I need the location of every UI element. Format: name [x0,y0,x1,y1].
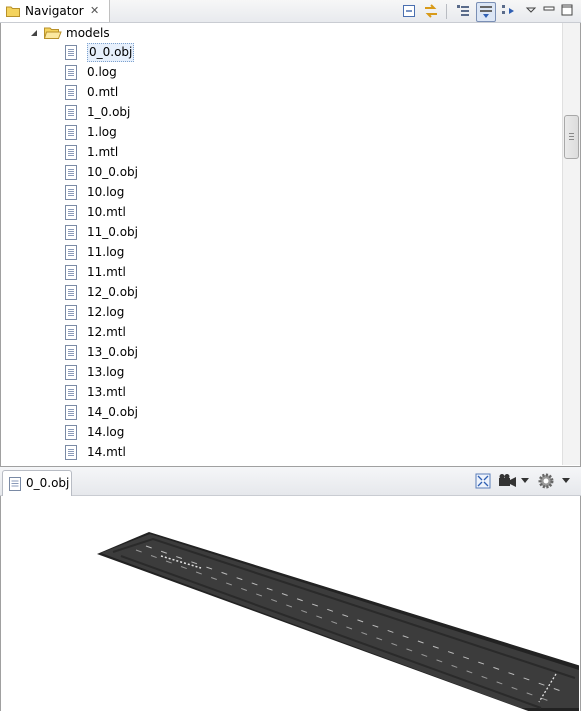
file-label: 0.log [87,65,117,79]
file-label: 1_0.obj [87,105,131,119]
file-icon [65,265,77,280]
file-icon [65,425,77,440]
file-label: 14.mtl [87,445,126,459]
model-viewport[interactable] [1,496,579,711]
file-label: 0_0.obj [87,43,135,62]
camera-dropdown-icon[interactable] [520,477,530,485]
fit-to-view-icon[interactable] [474,472,492,490]
folder-icon [6,6,20,17]
collapse-all-icon[interactable] [400,2,418,20]
file-label: 10_0.obj [87,165,139,179]
file-icon [65,225,77,240]
file-label: 12.log [87,305,125,319]
close-icon[interactable]: ✕ [90,4,99,17]
navigator-scrollbar[interactable] [562,23,580,465]
file-icon [65,325,77,340]
file-icon [65,205,77,220]
viewer-tab-title: 0_0.obj [26,476,70,490]
file-icon [65,445,77,460]
scrollbar-thumb[interactable] [564,115,579,159]
open-folder-icon [44,27,62,39]
file-icon [65,285,77,300]
file-label: 12.mtl [87,325,126,339]
file-icon [9,477,21,491]
file-label: 1.log [87,125,117,139]
file-icon [65,145,77,160]
file-icon [65,385,77,400]
minimize-icon[interactable] [540,2,558,20]
navigator-tree: models 0_0.obj 0.log 0.mtl 1_0.obj 1.log 1.mt… [0,23,562,465]
file-label: 11.mtl [87,265,126,279]
tree-layout-icon[interactable] [454,2,472,20]
file-icon [65,305,77,320]
settings-dropdown-icon[interactable] [561,477,571,485]
file-label: 14.log [87,425,125,439]
file-icon [65,165,77,180]
viewer-tab[interactable]: 0_0.obj [2,470,72,496]
file-icon [65,105,77,120]
file-icon [65,125,77,140]
view-menu-icon[interactable] [500,2,518,20]
file-label: 13.log [87,365,125,379]
file-label: 1.mtl [87,145,119,159]
file-icon [65,85,77,100]
maximize-icon[interactable] [558,2,576,20]
camera-icon[interactable] [498,473,518,489]
file-icon [65,45,77,60]
file-label: 11.log [87,245,125,259]
file-label: 11_0.obj [87,225,139,239]
file-label: 10.mtl [87,205,126,219]
viewer-tab-bar: 0_0.obj [0,467,581,496]
road-model [97,532,579,711]
file-label: 12_0.obj [87,285,139,299]
file-label: 0.mtl [87,85,119,99]
file-icon [65,185,77,200]
file-icon [65,405,77,420]
file-label: 13.mtl [87,385,126,399]
navigator-tab[interactable]: Navigator ✕ [0,0,110,22]
view-dropdown-icon[interactable] [522,2,540,20]
link-with-editor-icon[interactable] [422,2,440,20]
file-icon [65,365,77,380]
file-icon [65,245,77,260]
filter-icon[interactable] [476,2,496,22]
file-label: 13_0.obj [87,345,139,359]
navigator-tab-bar: Navigator ✕ [0,0,581,23]
file-label: 10.log [87,185,125,199]
file-icon [65,65,77,80]
settings-gear-icon[interactable] [537,472,555,490]
file-label: 14_0.obj [87,405,139,419]
folder-label: models [66,26,110,40]
navigator-title: Navigator [25,4,84,18]
expand-arrow-icon[interactable] [30,29,38,37]
file-icon [65,345,77,360]
